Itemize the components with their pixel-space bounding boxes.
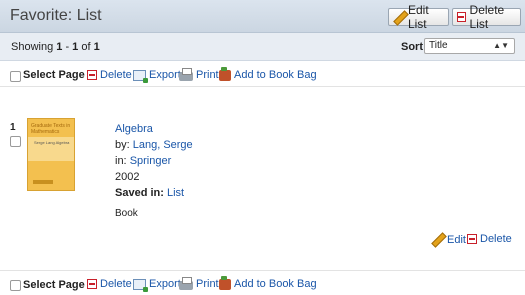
add-to-book-bag-button[interactable]: Add to Book Bag <box>219 275 317 290</box>
edit-record-link: Edit <box>447 233 466 246</box>
saved-in-link[interactable]: List <box>167 187 184 199</box>
export-link: Export <box>149 69 181 81</box>
add-to-book-bag-button[interactable]: Add to Book Bag <box>219 66 317 81</box>
print-button[interactable]: Print <box>179 276 219 290</box>
print-button[interactable]: Print <box>179 67 219 81</box>
select-arrows-icon: ▲▼ <box>493 41 509 50</box>
bulk-actions-bottom: Select Page Delete Export Print Add to B… <box>0 270 525 295</box>
edit-list-button[interactable]: Edit List <box>388 3 449 31</box>
delete-link: Delete <box>100 278 132 290</box>
list-item: 1 Graduate Texts in Mathematics Serge La… <box>0 87 525 269</box>
publication-year: 2002 <box>115 171 140 183</box>
sort-select[interactable]: Title ▲▼ <box>424 38 515 54</box>
cover-title-text: Serge Lang Algebra <box>34 140 70 145</box>
export-button[interactable]: Export <box>133 69 181 83</box>
select-page-label[interactable]: Select Page <box>23 279 85 291</box>
delete-selected-button[interactable]: Delete <box>87 69 132 81</box>
publisher-label: in: <box>115 155 130 167</box>
add-to-book-bag-link: Add to Book Bag <box>234 278 317 290</box>
minus-box-icon <box>457 12 466 22</box>
minus-box-icon <box>87 279 97 289</box>
page-title: Favorite: List <box>10 7 102 24</box>
publisher-link[interactable]: Springer <box>130 155 172 167</box>
record-details: Algebra by: Lang, Serge in: Springer 200… <box>115 121 193 201</box>
record-number: 1 <box>10 122 16 133</box>
result-total: 1 <box>93 41 100 53</box>
pencil-icon <box>431 233 444 246</box>
sort-value: Title <box>429 40 448 51</box>
results-count: Showing 1 - 1 of 1 <box>11 41 100 53</box>
delete-record-link: Delete <box>480 233 512 245</box>
sort-label: Sort <box>401 41 423 53</box>
bulk-actions-top: Select Page Delete Export Print Add to B… <box>0 62 525 87</box>
book-bag-icon <box>219 66 231 81</box>
edit-list-label: Edit List <box>407 3 429 31</box>
printer-icon <box>179 276 193 290</box>
cover-series-text: Graduate Texts in Mathematics <box>31 123 71 135</box>
saved-in-label: Saved in: <box>115 187 167 199</box>
delete-list-button[interactable]: Delete List <box>452 3 521 31</box>
delete-record-button[interactable]: Delete <box>467 233 512 245</box>
select-page-checkbox[interactable] <box>10 71 21 82</box>
publisher-logo <box>33 180 53 184</box>
export-button[interactable]: Export <box>133 278 181 292</box>
results-bar: Showing 1 - 1 of 1 Sort Title ▲▼ <box>0 33 525 61</box>
select-page-checkbox[interactable] <box>10 280 21 291</box>
export-icon <box>133 69 148 83</box>
print-link: Print <box>196 69 219 81</box>
record-format: Book <box>115 208 138 219</box>
minus-box-icon <box>87 70 97 80</box>
export-link: Export <box>149 278 181 290</box>
pencil-icon <box>393 11 404 24</box>
book-bag-icon <box>219 275 231 290</box>
range-dash: - <box>62 41 73 53</box>
delete-list-label: Delete List <box>469 3 505 31</box>
delete-link: Delete <box>100 69 132 81</box>
author-label: by: <box>115 139 133 151</box>
record-title-link[interactable]: Algebra <box>115 123 153 135</box>
select-page-label[interactable]: Select Page <box>23 69 85 81</box>
book-cover-thumbnail[interactable]: Graduate Texts in Mathematics Serge Lang… <box>27 118 75 191</box>
record-checkbox[interactable] <box>10 136 21 147</box>
showing-prefix: Showing <box>11 41 57 53</box>
delete-selected-button[interactable]: Delete <box>87 278 132 290</box>
export-icon <box>133 278 148 292</box>
print-link: Print <box>196 278 219 290</box>
of-text: of <box>78 41 94 53</box>
minus-box-icon <box>467 234 477 244</box>
page-header: Favorite: List Edit List Delete List <box>0 0 525 33</box>
printer-icon <box>179 67 193 81</box>
add-to-book-bag-link: Add to Book Bag <box>234 69 317 81</box>
author-link[interactable]: Lang, Serge <box>133 139 193 151</box>
edit-record-button[interactable]: Edit <box>431 233 466 246</box>
